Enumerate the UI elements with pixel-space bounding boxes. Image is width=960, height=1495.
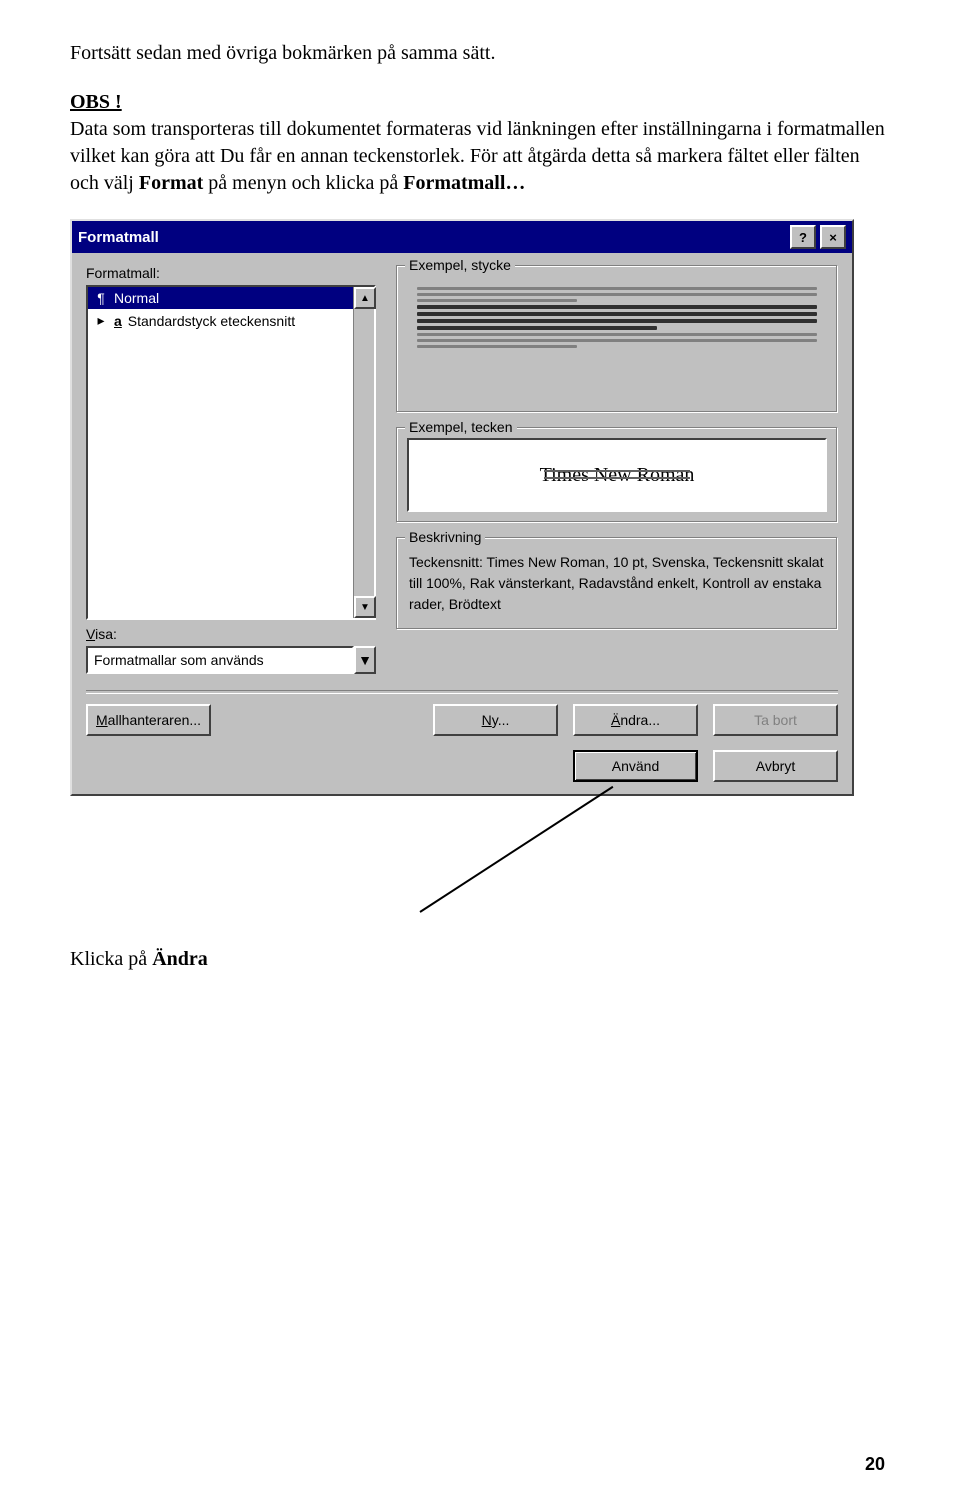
tabort-button: Ta bort <box>713 704 838 736</box>
paragraph-2: OBS ! Data som transporteras till dokume… <box>70 89 890 197</box>
formatmall-dialog: Formatmall ? × Formatmall: ¶ Normal ▸ a <box>70 219 854 796</box>
after-text-b: Ändra <box>152 948 208 970</box>
page-number: 20 <box>865 1454 885 1475</box>
char-style-icon: a <box>114 313 122 329</box>
scroll-down-icon[interactable]: ▼ <box>354 596 376 618</box>
annotation-arrow <box>70 796 850 936</box>
scrollbar[interactable]: ▲ ▼ <box>353 287 374 618</box>
paragraph-1: Fortsätt sedan med övriga bokmärken på s… <box>70 40 890 67</box>
list-item-standard[interactable]: ▸ a Standardstyck eteckensnitt <box>88 309 374 332</box>
beskrivning-group: Beskrivning Teckensnitt: Times New Roman… <box>396 537 838 630</box>
formatmall-label: Formatmall: <box>86 265 376 281</box>
after-text-a: Klicka på <box>70 948 152 970</box>
paragraph-mark-icon: ¶ <box>94 290 108 306</box>
p2-text-d: Formatmall… <box>403 172 525 194</box>
formatmall-listbox[interactable]: ¶ Normal ▸ a Standardstyck eteckensnitt … <box>86 285 376 620</box>
andra-button[interactable]: Ändra... <box>573 704 698 736</box>
visa-combobox[interactable]: ▼ <box>86 646 376 674</box>
help-button[interactable]: ? <box>790 225 816 249</box>
font-preview-text: Times New Roman <box>540 464 695 486</box>
visa-input[interactable] <box>86 646 354 674</box>
dialog-titlebar: Formatmall ? × <box>72 221 852 253</box>
ny-button[interactable]: Ny... <box>433 704 558 736</box>
mallhanteraren-button[interactable]: Mallhanteraren... <box>86 704 211 736</box>
obs-label: OBS ! <box>70 91 122 113</box>
close-button[interactable]: × <box>820 225 846 249</box>
description-text: Teckensnitt: Times New Roman, 10 pt, Sve… <box>407 548 827 619</box>
dialog-title: Formatmall <box>78 229 159 246</box>
exempel-stycke-group: Exempel, stycke <box>396 265 838 413</box>
anvand-button[interactable]: Använd <box>573 750 698 782</box>
dropdown-icon[interactable]: ▼ <box>354 646 376 674</box>
group-legend: Exempel, tecken <box>405 419 517 435</box>
list-item-normal[interactable]: ¶ Normal <box>88 287 374 309</box>
group-legend: Exempel, stycke <box>405 257 515 273</box>
divider <box>86 690 838 694</box>
visa-label: Visa: <box>86 626 376 642</box>
list-item-label: Normal <box>114 290 159 306</box>
scroll-up-icon[interactable]: ▲ <box>354 287 376 309</box>
exempel-tecken-group: Exempel, tecken Times New Roman <box>396 427 838 523</box>
list-item-label: Standardstyck eteckensnitt <box>128 313 295 329</box>
font-preview: Times New Roman <box>407 438 827 512</box>
group-legend: Beskrivning <box>405 529 485 545</box>
arrow-right-icon: ▸ <box>94 312 108 329</box>
p2-text-b: Format <box>139 172 203 194</box>
avbryt-button[interactable]: Avbryt <box>713 750 838 782</box>
paragraph-preview <box>407 276 827 402</box>
paragraph-after: Klicka på Ändra <box>70 946 890 973</box>
p2-text-c: på menyn och klicka på <box>208 172 403 194</box>
